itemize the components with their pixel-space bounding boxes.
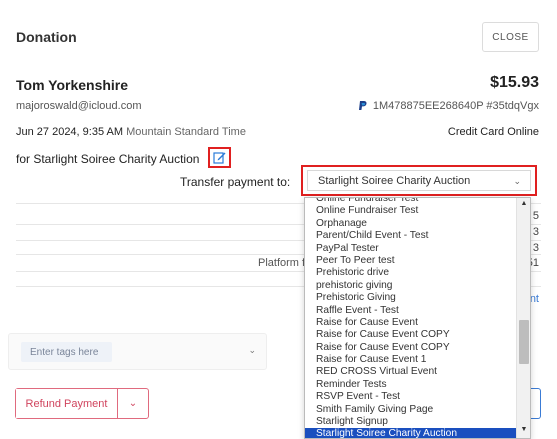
transfer-select-value: Starlight Soiree Charity Auction <box>307 170 531 191</box>
dropdown-option[interactable]: Reminder Tests <box>305 379 517 391</box>
transaction-id: 1M478875EE268640P #35tdqVgx <box>358 100 539 112</box>
campaign-line: for Starlight Soiree Charity Auction <box>16 152 200 166</box>
timezone: Mountain Standard Time <box>126 126 246 138</box>
dropdown-option[interactable]: Raise for Cause Event COPY <box>305 342 517 354</box>
summary-value: 5 <box>532 210 539 222</box>
donor-email: majoroswald@icloud.com <box>16 100 142 112</box>
dropdown-option[interactable]: Raise for Cause Event 1 <box>305 354 517 366</box>
chevron-down-icon: ⌄ <box>128 398 138 409</box>
platform-fee-label: Platform f <box>258 257 306 269</box>
dropdown-option[interactable]: Prehistoric drive <box>305 267 517 279</box>
transaction-id-text: 1M478875EE268640P #35tdqVgx <box>372 100 539 112</box>
donation-amount: $15.93 <box>490 74 539 91</box>
dropdown-option[interactable]: Smith Family Giving Page <box>305 404 517 416</box>
donor-name: Tom Yorkenshire <box>16 77 129 93</box>
scroll-up-icon[interactable]: ▲ <box>517 200 530 210</box>
refund-options-toggle[interactable]: ⌄ <box>117 389 148 418</box>
dropdown-option[interactable]: Orphanage <box>305 218 517 230</box>
dropdown-option[interactable]: Starlight Signup <box>305 416 517 428</box>
transfer-label: Transfer payment to: <box>180 175 291 189</box>
payment-method: Credit Card Online <box>447 126 539 138</box>
close-button[interactable]: CLOSE <box>482 22 539 52</box>
dropdown-options: Online Fundraiser Test Online Fundraiser … <box>305 198 517 438</box>
summary-link[interactable]: nt <box>530 293 539 305</box>
tags-input[interactable]: Enter tags here ⌄ <box>8 333 267 370</box>
edit-icon <box>213 152 226 164</box>
page-title: Donation <box>16 29 77 45</box>
summary-value: 3 <box>532 226 539 238</box>
donation-datetime: Jun 27 2024, 9:35 AM Mountain Standard T… <box>16 126 246 138</box>
dropdown-option[interactable]: PayPal Tester <box>305 243 517 255</box>
edit-campaign-button[interactable] <box>208 147 231 168</box>
summary-value: 3 <box>532 242 539 254</box>
dropdown-option[interactable]: Raise for Cause Event <box>305 317 517 329</box>
dropdown-option[interactable]: Peer To Peer test <box>305 255 517 267</box>
datetime-value: Jun 27 2024, 9:35 AM <box>16 126 124 138</box>
scroll-down-icon[interactable]: ▼ <box>517 426 530 436</box>
dropdown-option[interactable]: Online Fundraiser Test <box>305 198 517 205</box>
refund-payment-button[interactable]: Refund Payment <box>16 389 117 418</box>
tags-placeholder: Enter tags here <box>21 342 112 362</box>
scrollbar-thumb[interactable] <box>519 320 529 364</box>
dropdown-option[interactable]: Raffle Event - Test <box>305 305 517 317</box>
dropdown-option[interactable]: Starlight Soiree Charity Auction <box>305 428 517 438</box>
dropdown-option[interactable]: Raise for Cause Event COPY <box>305 329 517 341</box>
dropdown-option[interactable]: Prehistoric Giving <box>305 292 517 304</box>
dropdown-option[interactable]: Online Fundraiser Test <box>305 205 517 217</box>
dropdown-scrollbar[interactable]: ▲ ▼ <box>516 198 530 438</box>
paypal-icon <box>358 101 367 110</box>
chevron-down-icon: ⌄ <box>248 345 256 355</box>
transfer-select[interactable]: Starlight Soiree Charity Auction ⌄ <box>301 165 537 196</box>
transfer-dropdown-list[interactable]: Online Fundraiser Test Online Fundraiser … <box>304 197 531 439</box>
dropdown-option[interactable]: Parent/Child Event - Test <box>305 230 517 242</box>
refund-button-group: Refund Payment ⌄ <box>15 388 149 419</box>
dropdown-option[interactable]: prehistoric giving <box>305 280 517 292</box>
chevron-down-icon: ⌄ <box>513 176 521 186</box>
dropdown-option[interactable]: RED CROSS Virtual Event <box>305 366 517 378</box>
dropdown-option[interactable]: RSVP Event - Test <box>305 391 517 403</box>
